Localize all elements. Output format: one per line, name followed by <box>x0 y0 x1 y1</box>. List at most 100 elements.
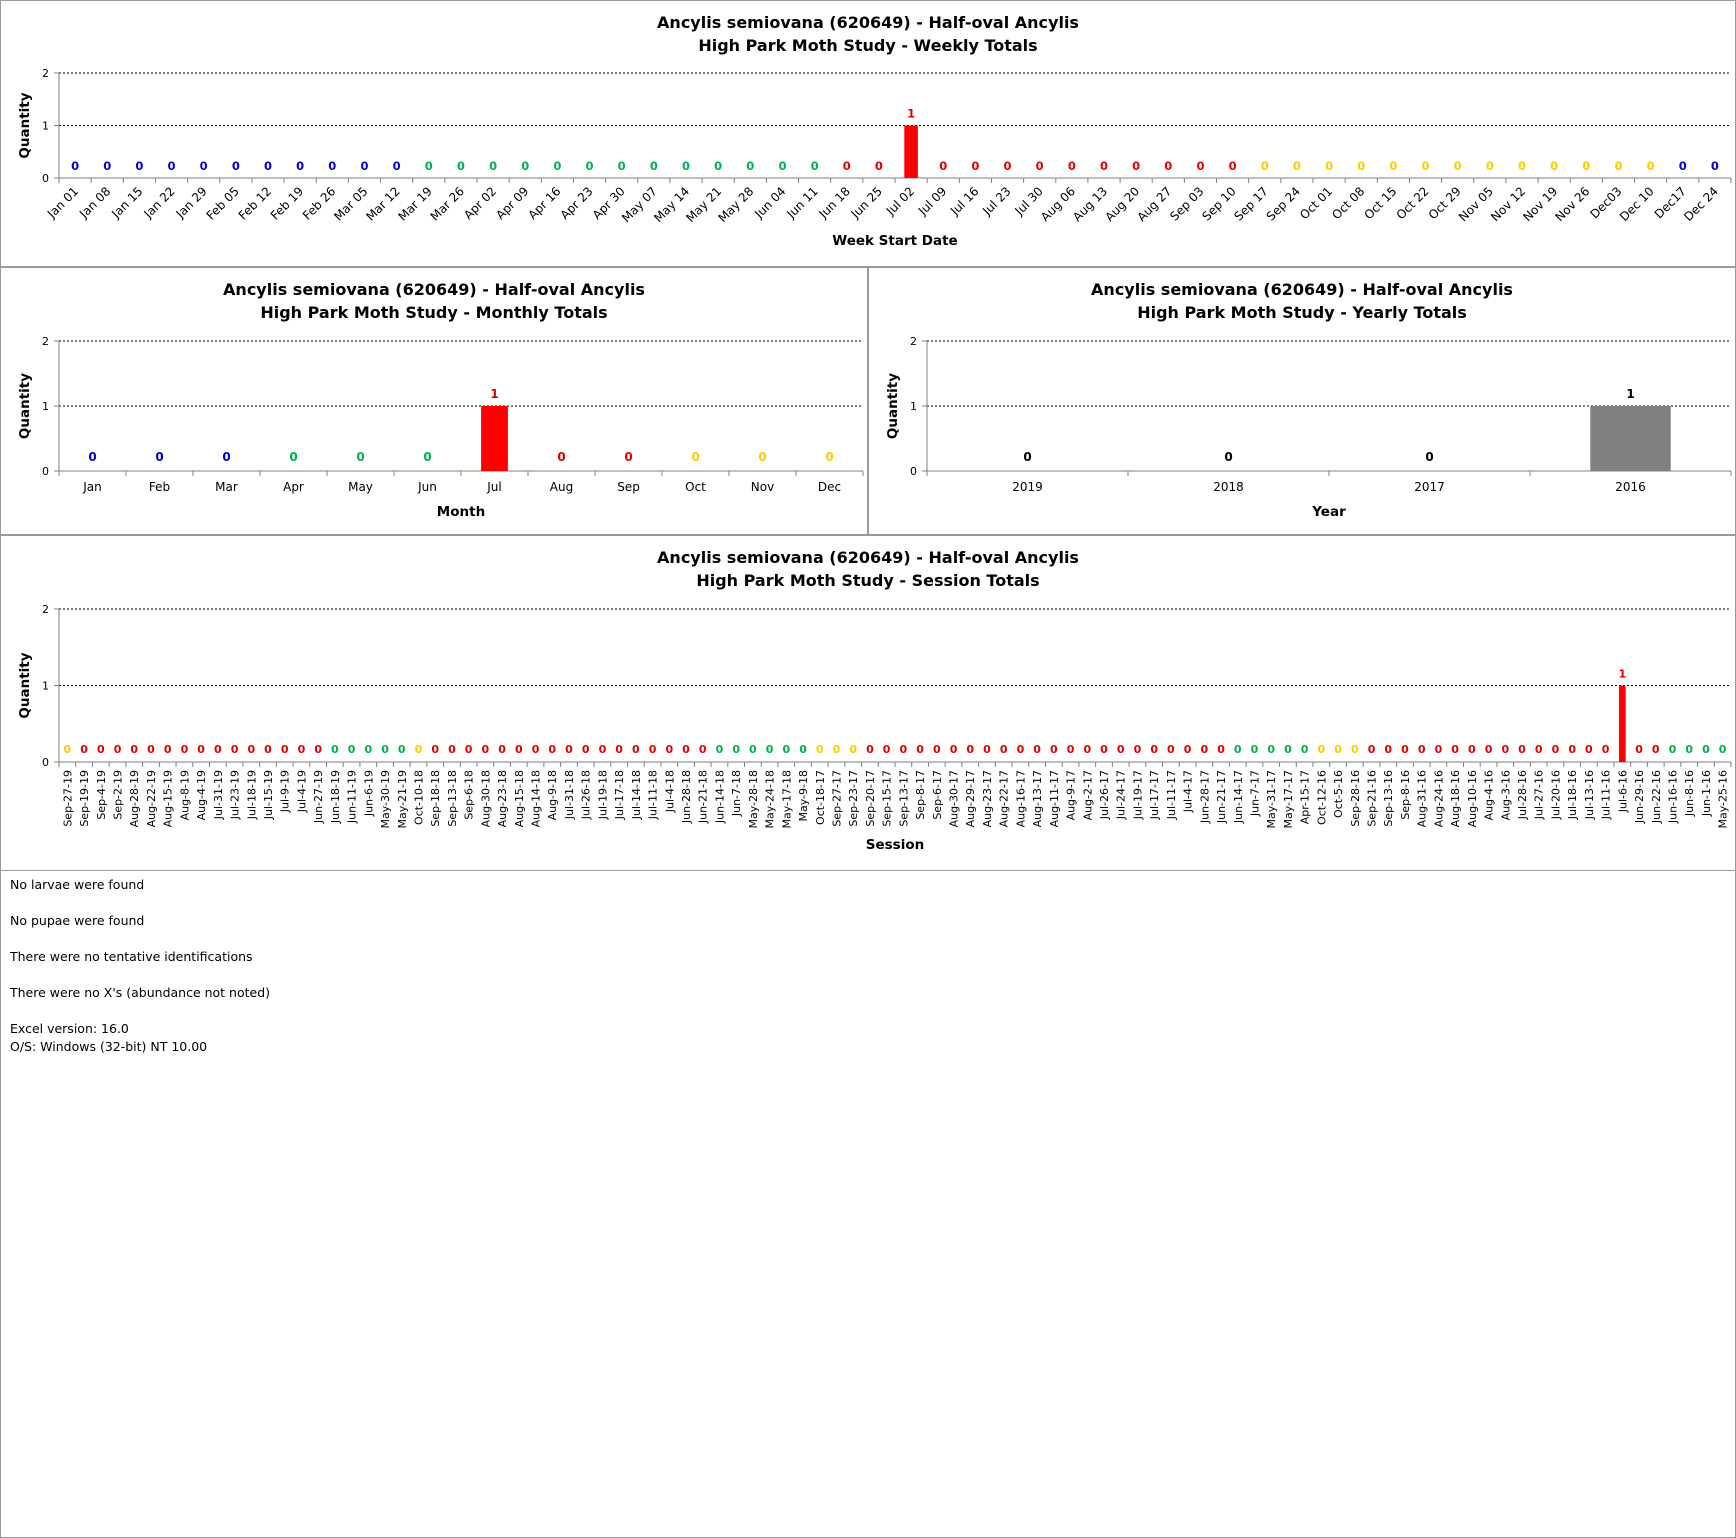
data-label: 0 <box>1614 159 1622 173</box>
data-label: 0 <box>1568 743 1576 756</box>
x-tick-label: Aug-9-17 <box>1065 770 1078 820</box>
x-tick-label: Aug-2-17 <box>1081 770 1094 820</box>
x-tick-label: Aug-9-18 <box>546 770 559 820</box>
data-label: 0 <box>714 159 722 173</box>
data-label: 0 <box>71 159 79 173</box>
data-label: 0 <box>398 743 406 756</box>
x-tick-label: Sep-19-19 <box>78 770 91 827</box>
x-tick-label: Sep-6-17 <box>931 770 944 820</box>
x-tick-label: Apr <box>283 480 304 494</box>
x-tick-label: Aug <box>550 480 573 494</box>
data-label: 0 <box>900 743 908 756</box>
data-label: 0 <box>1318 743 1326 756</box>
data-label: 0 <box>557 450 565 464</box>
y-tick-label: 2 <box>42 335 49 348</box>
data-label: 0 <box>1501 743 1509 756</box>
note-pupae: No pupae were found <box>10 913 145 928</box>
data-label: 0 <box>200 159 208 173</box>
data-label: 0 <box>448 743 456 756</box>
data-label: 0 <box>1036 159 1044 173</box>
data-label: 0 <box>586 159 594 173</box>
x-tick-label: Aug-22-17 <box>998 770 1011 827</box>
x-tick-label: Jul-19-18 <box>596 770 609 820</box>
x-tick-label: Jun-11-19 <box>346 770 359 824</box>
data-label: 0 <box>618 159 626 173</box>
data-label: 0 <box>1468 743 1476 756</box>
note-abundance: There were no X's (abundance not noted) <box>10 985 271 1000</box>
x-tick-label: Sep-27-17 <box>830 770 843 827</box>
x-tick-label: Mar 05 <box>331 184 370 223</box>
data-label: 0 <box>1422 159 1430 173</box>
data-label: 0 <box>1582 159 1590 173</box>
data-label: 0 <box>816 743 824 756</box>
x-tick-label: Mar <box>215 480 238 494</box>
x-tick-label: Jun 11 <box>783 184 820 221</box>
data-label: 0 <box>971 159 979 173</box>
data-label: 0 <box>1451 743 1459 756</box>
x-tick-label: Jun 25 <box>848 184 885 221</box>
data-label: 0 <box>939 159 947 173</box>
x-tick-label: Sep-28-16 <box>1349 770 1362 827</box>
data-label: 0 <box>356 450 364 464</box>
x-tick-label: Feb 19 <box>268 184 306 222</box>
x-tick-label: Aug-23-18 <box>496 770 509 827</box>
weekly-chart-panel: Ancylis semiovana (620649) - Half-oval A… <box>0 0 1736 267</box>
x-tick-label: Sep-13-18 <box>446 770 459 827</box>
data-label: 0 <box>135 159 143 173</box>
x-tick-label: Jul-14-18 <box>630 770 643 820</box>
x-tick-label: Oct-10-18 <box>412 770 425 825</box>
data-label: 0 <box>425 159 433 173</box>
data-label: 0 <box>360 159 368 173</box>
data-label: 0 <box>849 743 857 756</box>
data-label: 0 <box>1585 743 1593 756</box>
x-tick-label: Jul-19-17 <box>1131 770 1144 820</box>
x-tick-label: Jun-28-17 <box>1198 770 1211 824</box>
data-label: 1 <box>907 107 915 121</box>
data-label: 0 <box>716 743 724 756</box>
data-label: 0 <box>1083 743 1091 756</box>
x-tick-label: Jun 18 <box>816 184 853 221</box>
data-label: 0 <box>1518 159 1526 173</box>
x-tick-label: Jul-18-16 <box>1566 770 1579 820</box>
x-tick-label: Jan 29 <box>173 184 210 221</box>
x-tick-label: Jan 01 <box>44 184 81 221</box>
x-tick-label: May-30-19 <box>379 770 392 828</box>
data-label: 0 <box>415 743 423 756</box>
bar <box>1618 685 1626 762</box>
data-label: 0 <box>164 743 172 756</box>
x-axis-title: Week Start Date <box>832 233 957 249</box>
x-tick-label: Jun-14-17 <box>1232 770 1245 824</box>
x-tick-label: Aug-10-16 <box>1466 770 1479 827</box>
data-label: 0 <box>1550 159 1558 173</box>
x-tick-label: Apr 09 <box>493 184 531 222</box>
data-label: 0 <box>843 159 851 173</box>
data-label: 0 <box>1454 159 1462 173</box>
monthly-chart-panel: Ancylis semiovana (620649) - Half-oval A… <box>0 267 868 535</box>
data-label: 0 <box>1351 743 1359 756</box>
x-tick-label: 2019 <box>1012 480 1043 494</box>
data-label: 0 <box>782 743 790 756</box>
x-tick-label: Sep-6-18 <box>463 770 476 820</box>
data-label: 0 <box>1711 159 1719 173</box>
data-label: 0 <box>247 743 255 756</box>
x-tick-label: Jul-31-18 <box>563 770 576 820</box>
x-tick-label: Jul-11-16 <box>1600 770 1613 820</box>
x-tick-label: May-25-16 <box>1717 770 1730 828</box>
x-tick-label: Aug-3-16 <box>1499 770 1512 820</box>
data-label: 0 <box>1719 743 1727 756</box>
data-label: 0 <box>1357 159 1365 173</box>
data-label: 0 <box>1647 159 1655 173</box>
data-label: 0 <box>1229 159 1237 173</box>
x-axis-title: Year <box>1311 504 1346 520</box>
data-label: 0 <box>1635 743 1643 756</box>
data-label: 0 <box>1518 743 1526 756</box>
note-larvae: No larvae were found <box>10 877 145 892</box>
data-label: 0 <box>1100 743 1108 756</box>
x-tick-label: Jul-17-17 <box>1148 770 1161 820</box>
x-tick-label: Oct 22 <box>1394 184 1432 222</box>
x-tick-label: Jun-6-19 <box>362 770 375 817</box>
data-label: 0 <box>1067 743 1075 756</box>
monthly-chart-plot: 0 1 2 0 Jan 0 Feb 0 Mar 0 Apr 0 May 0 Jun 1 Jul 0 Aug 0 Sep 0… <box>17 335 864 520</box>
x-tick-label: Jul-26-17 <box>1098 770 1111 820</box>
data-label: 0 <box>348 743 356 756</box>
